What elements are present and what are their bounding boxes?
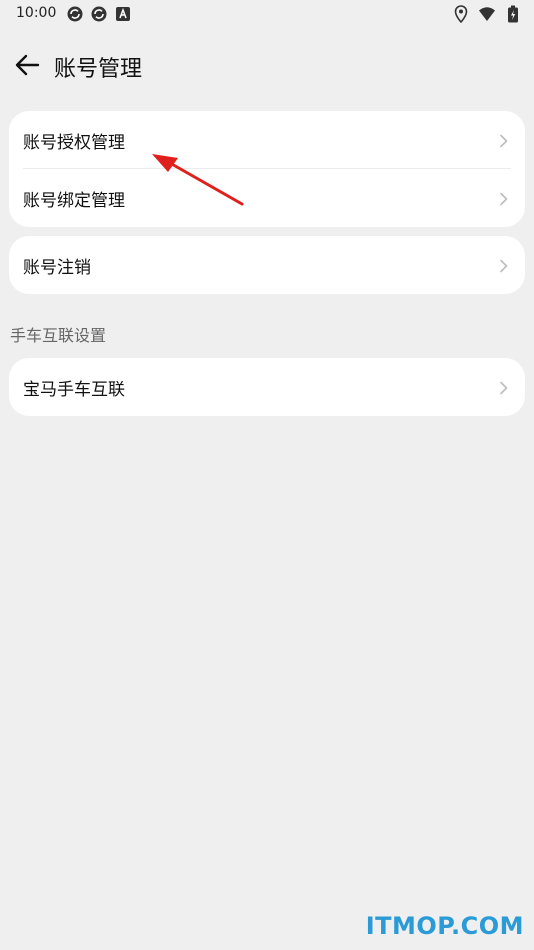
sync-icon [66,5,84,23]
app-notification-icon [114,5,132,23]
list-item-label: 账号注销 [23,257,91,278]
status-time: 10:00 [16,5,57,21]
battery-charging-icon [504,5,522,23]
wifi-icon [478,5,496,23]
section-title: 手车互联设置 [10,326,107,345]
status-icons-right [452,5,522,23]
status-icons-left [66,5,132,23]
chevron-right-icon [499,133,509,148]
status-bar: 10:00 [0,0,534,28]
list-item-label: 宝马手车互联 [23,379,125,400]
header: 账号管理 [0,42,534,90]
sync-icon [90,5,108,23]
chevron-right-icon [499,258,509,273]
account-deletion-card: 账号注销 [9,236,525,294]
phone-car-link-card: 宝马手车互联 [9,358,525,416]
list-item-label: 账号绑定管理 [23,190,125,211]
chevron-right-icon [499,191,509,206]
arrow-left-icon [14,54,40,80]
location-icon [452,5,470,23]
list-item-label: 账号授权管理 [23,132,125,153]
account-settings-card: 账号授权管理 账号绑定管理 [9,111,525,227]
account-deletion-item[interactable]: 账号注销 [9,236,525,294]
account-binding-item[interactable]: 账号绑定管理 [9,169,525,227]
back-button[interactable] [10,50,44,84]
chevron-right-icon [499,380,509,395]
watermark: ITMOP.COM [365,912,524,940]
page-title: 账号管理 [54,57,143,82]
bmw-phone-car-link-item[interactable]: 宝马手车互联 [9,358,525,416]
account-authorization-item[interactable]: 账号授权管理 [9,111,525,169]
